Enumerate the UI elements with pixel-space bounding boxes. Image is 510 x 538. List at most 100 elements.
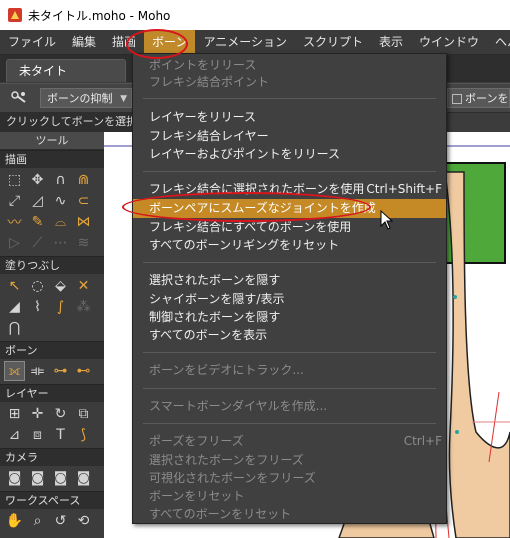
blob-brush-icon[interactable]: 〰 [4, 212, 25, 232]
paint-bucket-icon[interactable]: ⬙ [50, 276, 71, 296]
eyedropper-icon[interactable]: ⟆ [73, 425, 94, 445]
perspective-icon[interactable]: ⟋ [27, 233, 48, 253]
set-origin-icon[interactable]: ⊞ [4, 404, 25, 424]
tools-panel-header: ツール [0, 132, 104, 150]
menu-item-shortcut: Ctrl+F [403, 434, 442, 448]
tools-panel: ツール 描画 ⬚ ✥ ∩ ⋒ ⤢ ◿ ∿ ⊂ 〰 ✎ ⌓ ⋈ ▷ ⟋ ⋯ ≋ 塗… [0, 132, 104, 538]
section-fill: 塗りつぶし [0, 256, 104, 274]
section-camera: カメラ [0, 448, 104, 466]
menu-item-create-smart-bone-dial[interactable]: スマートボーンダイヤルを作成... [133, 397, 446, 416]
workspace-tools: ✋ ⌕ ↺ ⟲ [0, 509, 104, 534]
reparent-bone-icon[interactable]: ⊷ [73, 361, 94, 381]
text-tool-icon[interactable]: T [50, 425, 71, 445]
eraser-icon[interactable]: ⌓ [50, 212, 71, 232]
zoom-icon[interactable]: ⌕ [27, 511, 48, 531]
camera-tools: ◙ ◙ ◙ ◙ [0, 466, 104, 491]
menu-file[interactable]: ファイル [0, 30, 64, 54]
menu-item-label: ボーンをリセット [149, 489, 245, 503]
add-bone-icon[interactable]: ⊶ [50, 361, 71, 381]
menu-item-freeze-pose[interactable]: ポーズをフリーズ Ctrl+F [133, 432, 446, 451]
title-bar: 未タイトル.moho - Moho [0, 0, 510, 30]
menu-bar: ファイル 編集 描画 ボーン アニメーション スクリプト 表示 ウインドウ ヘル… [0, 30, 510, 55]
bone-menu: ポイントをリリース フレキシ結合ポイント レイヤーをリリース フレキシ結合レイヤ… [132, 53, 447, 524]
section-workspace: ワークスペース [0, 491, 104, 509]
delete-shape-icon[interactable]: ✕ [73, 276, 94, 296]
transform-points-icon[interactable]: ⤢ [4, 191, 25, 211]
menu-item-release-layer-and-points[interactable]: レイヤーおよびポイントをリリース [133, 145, 446, 164]
menu-separator [143, 352, 436, 353]
section-bone: ボーン [0, 341, 104, 359]
scale-layer-icon[interactable]: ⧉ [73, 404, 94, 424]
mouse-cursor-icon [380, 210, 394, 230]
translate-layer-icon[interactable]: ✛ [27, 404, 48, 424]
camera-pan-icon[interactable]: ◙ [73, 468, 94, 488]
menu-item-toggle-shy-bones[interactable]: シャイボーンを隠す/表示 [133, 290, 446, 309]
menu-separator [143, 98, 436, 99]
magnet-icon[interactable]: ▷ [4, 233, 25, 253]
shear-layer-icon[interactable]: ⧈ [27, 425, 48, 445]
menu-script[interactable]: スクリプト [295, 30, 371, 54]
menu-item-hide-selected-bones[interactable]: 選択されたボーンを隠す [133, 271, 446, 290]
menu-item-label: シャイボーンを隠す/表示 [149, 292, 285, 306]
menu-item-freeze-selected-bones[interactable]: 選択されたボーンをフリーズ [133, 451, 446, 470]
stroke-exposure-icon[interactable]: ∫ [50, 297, 71, 317]
curve-profile-icon[interactable]: ⁂ [73, 297, 94, 317]
menu-view[interactable]: 表示 [371, 30, 411, 54]
line-width-icon[interactable]: ◢ [4, 297, 25, 317]
menu-item-reset-bone[interactable]: ボーンをリセット [133, 487, 446, 506]
menu-item-freeze-visible-bones[interactable]: 可視化されたボーンをフリーズ [133, 469, 446, 488]
bone-constraint-select[interactable]: ボーンの抑制 ▼ [40, 88, 132, 108]
camera-roll-icon[interactable]: ◙ [50, 468, 71, 488]
menu-item-reset-all-bone-rigging[interactable]: すべてのボーンリギングをリセット [133, 236, 446, 255]
menu-separator [143, 388, 436, 389]
draw-shape-icon[interactable]: ◿ [27, 191, 48, 211]
rotate-layer-icon[interactable]: ↻ [50, 404, 71, 424]
rotate-workspace-icon[interactable]: ↺ [50, 511, 71, 531]
delete-edge-icon[interactable]: ⊂ [73, 191, 94, 211]
select-points-icon[interactable]: ⬚ [4, 170, 25, 190]
add-point-icon[interactable]: ∩ [50, 170, 71, 190]
curvature-icon[interactable]: ⋒ [73, 170, 94, 190]
flip-layer-icon[interactable]: ⊿ [4, 425, 25, 445]
menu-separator [143, 171, 436, 172]
hide-edge-icon[interactable]: ⌇ [27, 297, 48, 317]
translate-points-icon[interactable]: ✥ [27, 170, 48, 190]
document-tab[interactable]: 未タイトル.moho✎ [6, 59, 126, 100]
menu-item-flexi-bind-points[interactable]: フレキシ結合ポイント [133, 73, 446, 92]
menu-animation[interactable]: アニメーション [195, 30, 295, 54]
menu-item-flexi-bind-layer[interactable]: フレキシ結合レイヤー [133, 127, 446, 146]
noise-icon[interactable]: ≋ [73, 233, 94, 253]
menu-window[interactable]: ウインドウ [411, 30, 487, 54]
create-shape-icon[interactable]: ◌ [27, 276, 48, 296]
camera-track-icon[interactable]: ◙ [4, 468, 25, 488]
menu-item-reset-all-bones[interactable]: すべてのボーンをリセット [133, 505, 446, 524]
bone-tools: ⟗ ⟚ ⊶ ⊷ [0, 359, 104, 384]
menu-item-label: 可視化されたボーンをフリーズ [149, 471, 316, 485]
menu-item-track-bone-to-video[interactable]: ボーンをビデオにトラック... [133, 361, 446, 380]
camera-zoom-icon[interactable]: ◙ [27, 468, 48, 488]
scatter-brush-icon[interactable]: ✎ [27, 212, 48, 232]
select-bone-icon[interactable]: ⟗ [4, 361, 25, 381]
shear-icon[interactable]: ⋯ [50, 233, 71, 253]
freehand-icon[interactable]: ∿ [50, 191, 71, 211]
menu-edit[interactable]: 編集 [64, 30, 104, 54]
annotation-ring-smooth-joint [122, 192, 371, 222]
select-shape-icon[interactable]: ↖ [4, 276, 25, 296]
moho-app-icon [8, 8, 22, 22]
section-draw: 描画 [0, 150, 104, 168]
hand-icon[interactable]: ✋ [4, 511, 25, 531]
menu-item-hide-controlled-bones[interactable]: 制御されたボーンを隠す [133, 308, 446, 327]
bone-constraint-select-label: ボーンの抑制 [47, 92, 113, 105]
menu-item-show-all-bones[interactable]: すべてのボーンを表示 [133, 326, 446, 345]
transform-bone-icon[interactable]: ⟚ [27, 361, 48, 381]
menu-help[interactable]: ヘルプ [487, 30, 510, 54]
menu-item-label: スマートボーンダイヤルを作成... [149, 399, 328, 413]
bone-lock-option[interactable]: ボーンをロッ [447, 88, 510, 108]
bone-lock-checkbox[interactable] [452, 94, 462, 104]
annotation-ring-bone-menu [126, 29, 188, 59]
orbit-icon[interactable]: ⟲ [73, 511, 94, 531]
gradient-icon[interactable]: ⋂ [4, 318, 25, 338]
point-reduction-icon[interactable]: ⋈ [73, 212, 94, 232]
menu-item-release-layer[interactable]: レイヤーをリリース [133, 108, 446, 127]
menu-item-label: 選択されたボーンを隠す [149, 273, 281, 287]
